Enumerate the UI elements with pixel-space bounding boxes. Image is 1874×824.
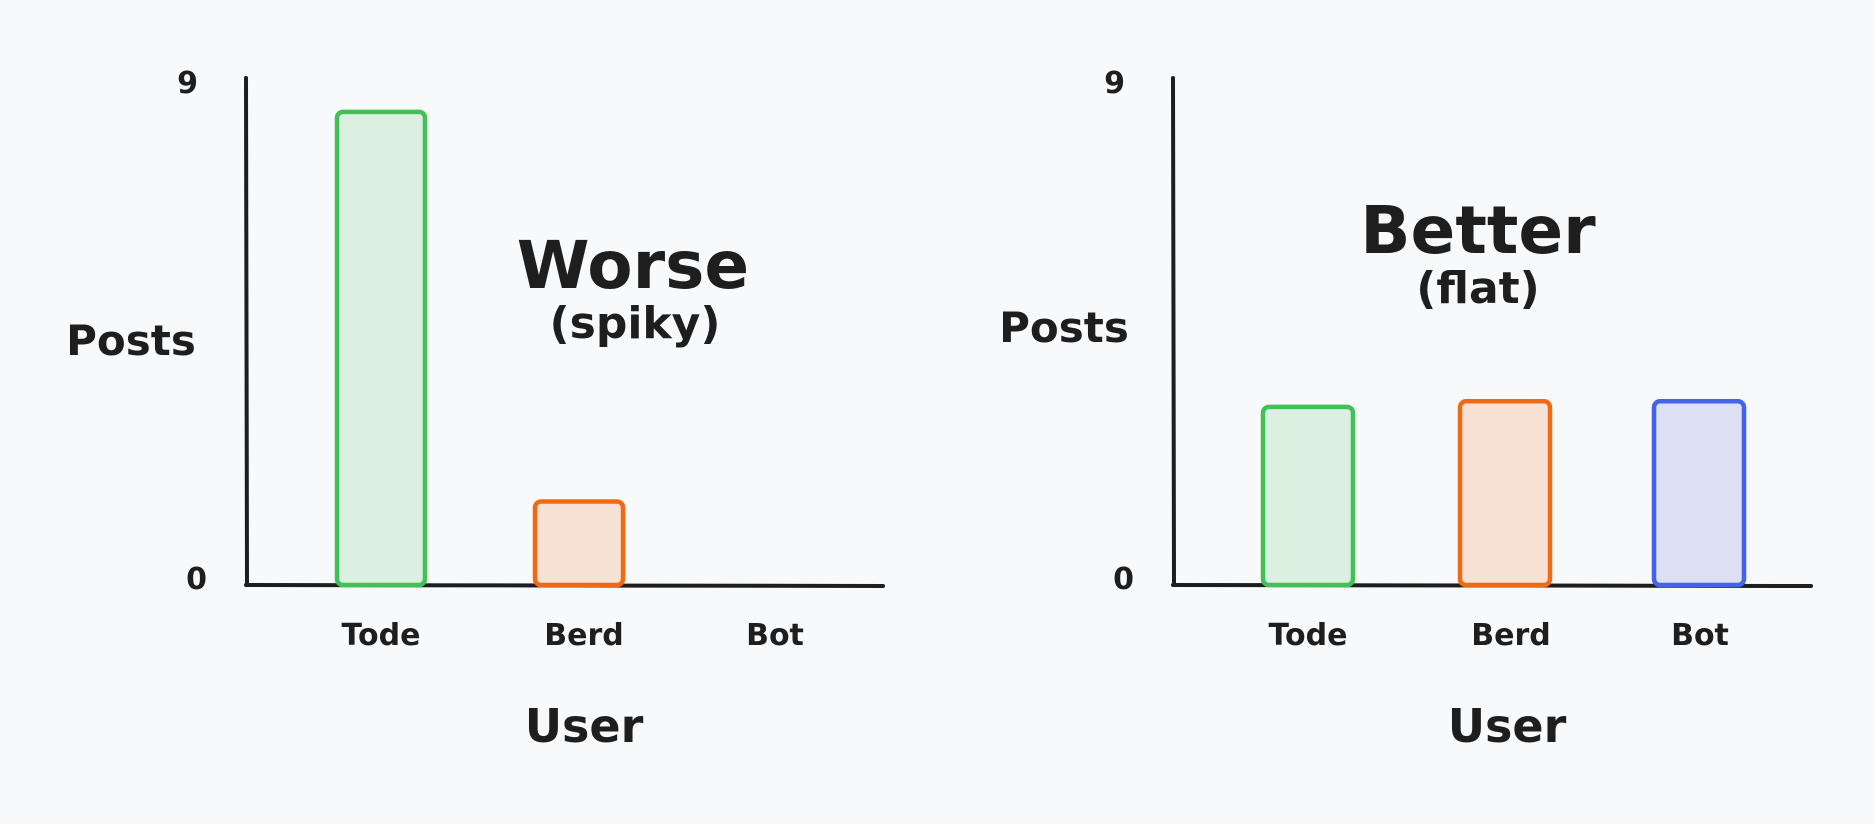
y-axis-label: Posts [999, 303, 1129, 352]
bar-berd [1457, 399, 1553, 588]
y-axis-label: Posts [66, 316, 196, 365]
chart-panel-better: 9 0 Posts Better (flat) Tode Berd Bot Us… [999, 66, 1813, 753]
chart-subtitle: (spiky) [550, 298, 721, 349]
bar-tode [1260, 404, 1356, 588]
x-tick-label: Bot [1671, 618, 1729, 653]
y-tick-label-max: 9 [1104, 66, 1125, 101]
x-tick-label: Berd [544, 618, 623, 653]
y-tick-label-min: 0 [186, 562, 207, 597]
y-tick-label-max: 9 [177, 66, 198, 101]
chart-panel-worse: 9 0 Posts Worse (spiky) Tode Berd Bot Us… [66, 66, 885, 753]
y-axis [1171, 76, 1176, 587]
x-axis-label: User [525, 699, 644, 753]
bar-bot [1651, 399, 1747, 588]
comparison-figure: 9 0 Posts Worse (spiky) Tode Berd Bot Us… [66, 66, 1813, 753]
bar-berd [532, 499, 626, 588]
x-tick-label: Bot [746, 618, 804, 653]
bar-series [1260, 399, 1747, 588]
chart-title: Worse [517, 227, 749, 304]
y-tick-label-min: 0 [1113, 562, 1134, 597]
y-axis [244, 76, 249, 587]
chart-subtitle: (flat) [1416, 263, 1540, 314]
x-tick-label: Berd [1471, 618, 1550, 653]
bar-tode [334, 109, 428, 588]
x-axis-label: User [1448, 699, 1567, 753]
x-tick-label: Tode [1269, 618, 1348, 653]
chart-title: Better [1360, 192, 1596, 269]
x-tick-label: Tode [342, 618, 421, 653]
